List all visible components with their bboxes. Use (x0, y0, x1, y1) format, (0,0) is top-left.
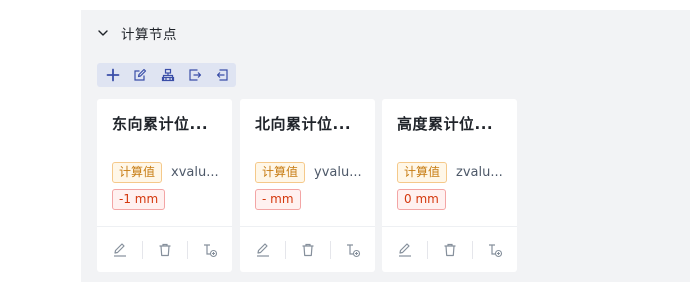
delete-icon (302, 243, 313, 256)
edit-icon (256, 242, 269, 257)
add-node-button[interactable] (99, 63, 126, 87)
node-card[interactable]: 高度累计位... 计算值 zvalu... 0 mm (382, 99, 517, 272)
delete-icon (159, 243, 170, 256)
node-type-tag: 计算值 (397, 162, 448, 183)
delete-icon (444, 243, 455, 256)
node-structure-button[interactable] (154, 63, 181, 87)
node-variable-name: xvalu... (171, 165, 219, 180)
import-node-button[interactable] (209, 63, 236, 87)
node-value-tag: 0 mm (397, 189, 446, 210)
plus-icon (106, 68, 120, 82)
section-title: 计算节点 (121, 27, 177, 43)
computed-nodes-panel: 计算节点 东向累计位... 计算值 xvalu... -1 mm 北向累计位..… (81, 10, 690, 282)
node-value-tag: - mm (255, 189, 301, 210)
node-toolbar (97, 63, 236, 87)
card-actions (382, 227, 517, 272)
section-header[interactable]: 计算节点 (97, 24, 177, 43)
edit-node-button[interactable] (126, 63, 153, 87)
export-icon (189, 69, 202, 81)
node-tree-icon (161, 68, 174, 82)
add-child-node-icon (203, 243, 217, 257)
node-type-tag: 计算值 (255, 162, 306, 183)
add-child-node-button[interactable] (472, 240, 517, 260)
node-value-tag: -1 mm (112, 189, 166, 210)
delete-button[interactable] (285, 240, 330, 260)
edit-icon (398, 242, 411, 257)
node-type-tag: 计算值 (112, 162, 163, 183)
edit-icon (134, 68, 147, 81)
edit-button[interactable] (97, 240, 142, 260)
export-node-button[interactable] (181, 63, 208, 87)
delete-button[interactable] (427, 240, 472, 260)
card-actions (97, 227, 232, 272)
add-child-node-icon (346, 243, 360, 257)
node-card[interactable]: 东向累计位... 计算值 xvalu... -1 mm (97, 99, 232, 272)
node-card-title: 东向累计位... (112, 115, 209, 133)
node-card-title: 北向累计位... (255, 115, 352, 133)
import-icon (217, 69, 228, 81)
chevron-down-icon[interactable] (97, 27, 109, 39)
node-variable-name: yvalu... (314, 165, 362, 180)
add-child-node-button[interactable] (187, 240, 232, 260)
edit-icon (113, 242, 126, 257)
add-child-node-button[interactable] (330, 240, 375, 260)
card-actions (240, 227, 375, 272)
node-card-title: 高度累计位... (397, 115, 494, 133)
edit-button[interactable] (382, 240, 427, 260)
add-child-node-icon (488, 243, 502, 257)
node-card[interactable]: 北向累计位... 计算值 yvalu... - mm (240, 99, 375, 272)
node-variable-name: zvalu... (456, 165, 503, 180)
delete-button[interactable] (142, 240, 187, 260)
edit-button[interactable] (240, 240, 285, 260)
